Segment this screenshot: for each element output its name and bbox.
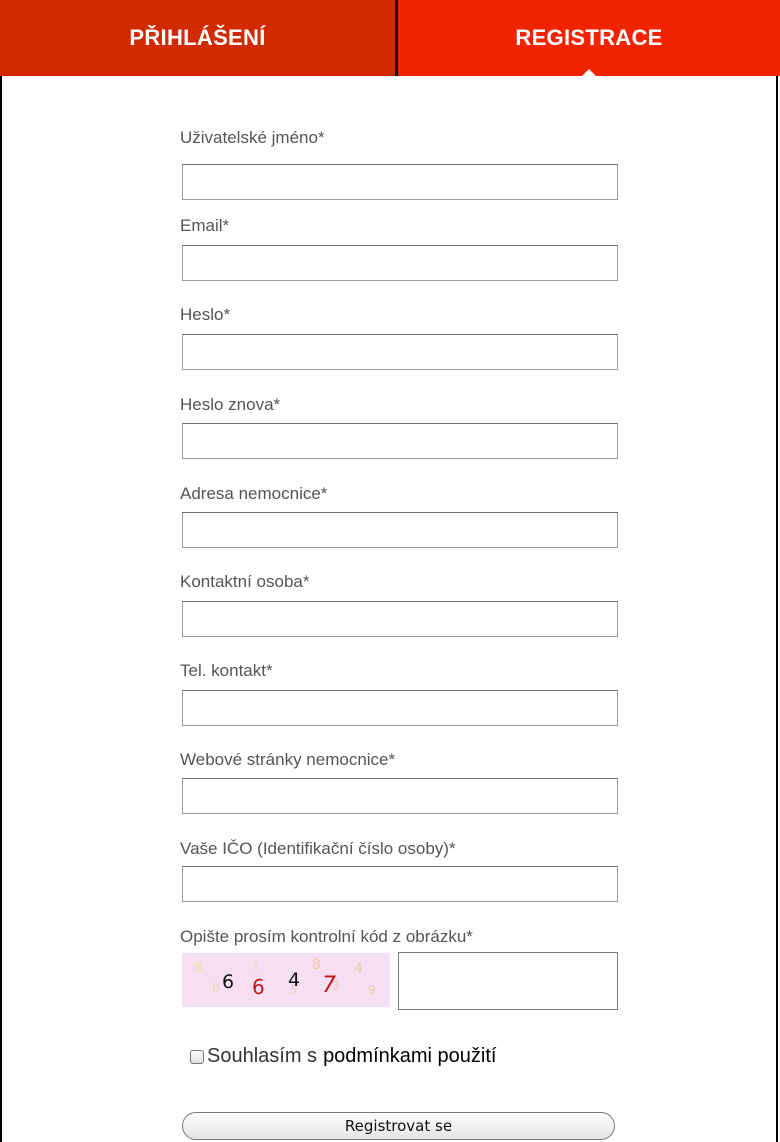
email-label: Email* [180,216,230,235]
contact-person-label: Kontaktní osoba* [180,572,310,591]
terms-checkbox[interactable] [190,1049,204,1064]
captcha-input[interactable] [398,952,618,1010]
tab-login[interactable]: PŘIHLÁŠENÍ [0,0,398,76]
terms-agreement: Souhlasím s podmínkami použití [190,1045,496,1068]
captcha-digit: 7 [322,973,336,998]
hospital-address-label: Adresa nemocnice* [180,484,328,503]
password-repeat-input[interactable] [182,423,618,459]
captcha-image: 8 0 1 8 3 4 9 5 6 6 4 7 [182,953,390,1007]
ico-input[interactable] [182,866,618,902]
website-label: Webové stránky nemocnice* [180,750,396,769]
contact-person-input[interactable] [182,601,618,637]
email-input[interactable] [182,245,618,281]
terms-link[interactable]: podmínkami použití [323,1045,496,1068]
captcha-label: Opište prosím kontrolní kód z obrázku* [180,927,473,946]
website-input[interactable] [182,778,618,814]
phone-label: Tel. kontakt* [180,661,273,680]
captcha-digit: 6 [222,971,235,993]
username-label: Uživatelské jméno* [180,128,325,147]
ico-label: Vaše IČO (Identifikační číslo osoby)* [180,839,456,858]
tab-register[interactable]: REGISTRACE [398,0,780,76]
tab-bar: PŘIHLÁŠENÍ REGISTRACE [0,0,780,76]
username-input[interactable] [182,164,618,200]
password-label: Heslo* [180,305,231,324]
password-input[interactable] [182,334,618,370]
register-button[interactable]: Registrovat se [182,1112,615,1140]
captcha-digit: 6 [252,975,265,999]
hospital-address-input[interactable] [182,512,618,548]
captcha-digit: 4 [288,969,301,991]
password-repeat-label: Heslo znova* [180,395,281,414]
terms-text: Souhlasím s [207,1045,318,1067]
phone-input[interactable] [182,690,618,726]
